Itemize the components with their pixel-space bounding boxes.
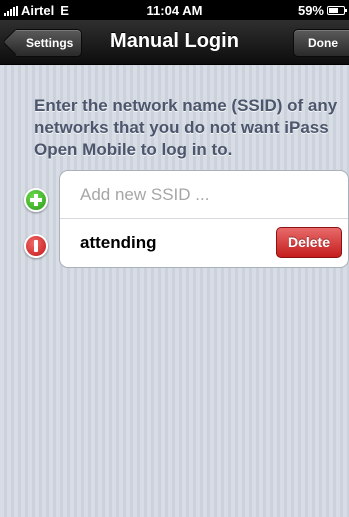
instructions-text: Enter the network name (SSID) of any net… (34, 96, 338, 159)
navigation-bar: Settings Manual Login Done (0, 20, 349, 65)
status-time: 11:04 AM (146, 3, 203, 18)
ssid-name: attending (80, 233, 157, 252)
battery-icon (327, 6, 347, 15)
add-ssid-row[interactable]: Add new SSID ... (60, 171, 348, 219)
add-ssid-placeholder[interactable]: Add new SSID ... (80, 185, 209, 205)
status-bar: Airtel E 11:04 AM 59% (0, 0, 349, 20)
ssid-table: Add new SSID ... attending Delete (59, 170, 349, 268)
add-ssid-icon[interactable] (24, 188, 48, 212)
delete-button[interactable]: Delete (276, 227, 342, 258)
battery-info: 59% (297, 3, 347, 18)
battery-percent: 59% (297, 3, 324, 18)
ssid-row[interactable]: attending Delete (60, 219, 348, 266)
done-button[interactable]: Done (293, 29, 349, 57)
remove-ssid-icon[interactable] (24, 234, 48, 258)
